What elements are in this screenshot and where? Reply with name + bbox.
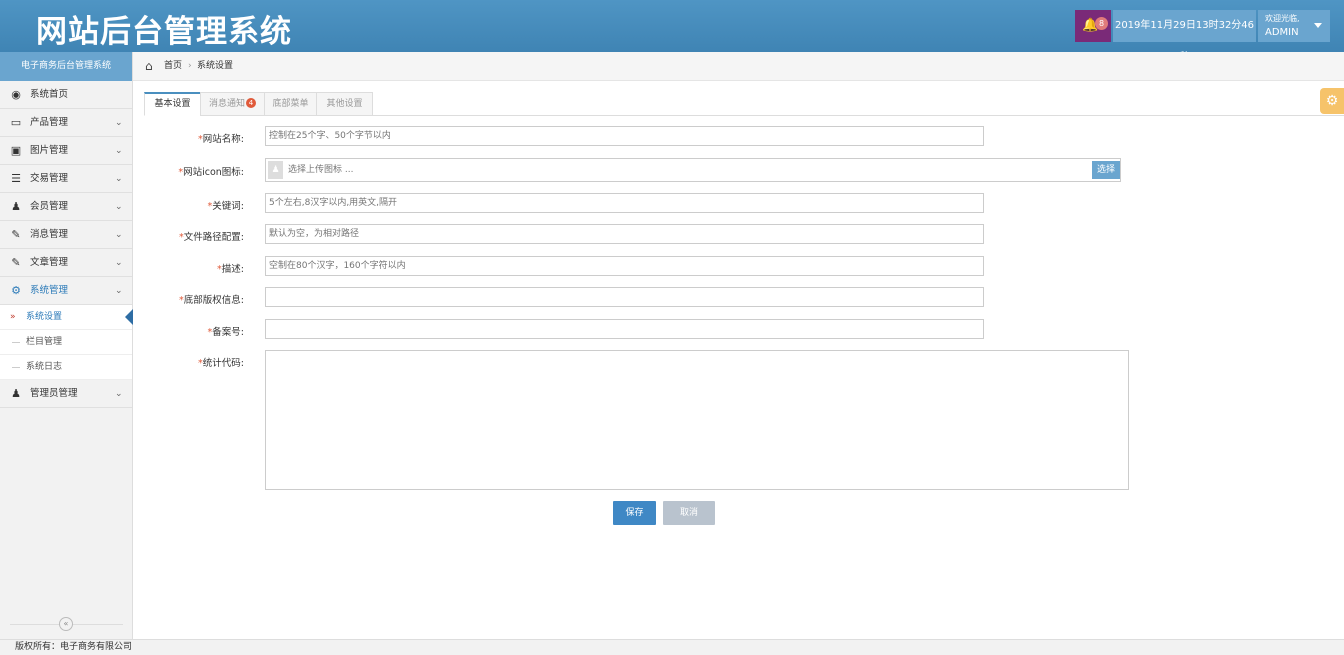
tree-line	[12, 367, 20, 368]
breadcrumb-current: 系统设置	[197, 61, 234, 71]
upload-placeholder: 选择上传图标 ...	[288, 165, 354, 175]
choose-file-button[interactable]: 选择	[1092, 161, 1120, 179]
sidebar-item-label: 管理员管理	[30, 388, 78, 399]
caret-down-icon	[1314, 23, 1322, 28]
site-name-label: *网站名称:	[198, 134, 244, 145]
tab-badge: 4	[246, 98, 256, 108]
tab-label: 消息通知	[208, 99, 245, 109]
dashboard-icon: ◉	[11, 88, 21, 101]
tab-label: 底部菜单	[272, 99, 309, 109]
site-icon-upload[interactable]: ♟ 选择上传图标 ... 选择	[265, 158, 1121, 182]
sidebar-subitem-label: 系统设置	[26, 312, 63, 322]
home-icon: ⌂	[145, 59, 153, 73]
tab-footer-menu[interactable]: 底部菜单	[264, 92, 317, 116]
cancel-button[interactable]: 取消	[663, 501, 715, 525]
image-placeholder-icon: ♟	[268, 161, 283, 179]
breadcrumb: ⌂ 首页 › 系统设置	[133, 52, 1344, 81]
tab-notifications[interactable]: 消息通知 4	[200, 92, 265, 116]
notification-count-badge: 8	[1095, 17, 1108, 30]
user-icon: ♟	[11, 200, 21, 213]
description-label: *描述:	[217, 264, 244, 275]
site-name-input[interactable]	[265, 126, 984, 146]
settings-tabs: 基本设置 消息通知 4 底部菜单 其他设置	[144, 92, 1344, 116]
save-button[interactable]: 保存	[613, 501, 656, 525]
copyright-label: *底部版权信息:	[179, 295, 244, 306]
welcome-text: 欢迎光临,	[1265, 14, 1300, 23]
sidebar-item-home[interactable]: ◉ 系统首页	[0, 81, 132, 109]
icp-input[interactable]	[265, 319, 984, 339]
list-icon: ☰	[11, 172, 21, 185]
user-menu[interactable]: 欢迎光临, ADMIN	[1258, 10, 1330, 42]
site-logo-title: 网站后台管理系统	[36, 14, 292, 50]
cogs-icon: ⚙	[11, 284, 21, 297]
tab-label: 其他设置	[326, 99, 363, 109]
active-indicator	[125, 309, 133, 325]
sidebar-collapse-button[interactable]: «	[59, 617, 73, 631]
gear-icon: ⚙	[1325, 93, 1339, 109]
active-arrow-icon: »	[10, 312, 16, 322]
top-header: 网站后台管理系统 🔔 8 2019年11月29日13时32分46秒 欢迎光临, …	[0, 0, 1344, 63]
file-path-label: *文件路径配置:	[179, 232, 244, 243]
sidebar-item-label: 图片管理	[30, 145, 69, 156]
edit-icon: ✎	[11, 228, 21, 241]
sidebar-title: 电子商务后台管理系统	[0, 52, 132, 81]
image-icon: ▣	[10, 144, 22, 157]
footer-copyright: 版权所有：电子商务有限公司	[0, 639, 1344, 655]
stats-code-label: *统计代码:	[198, 358, 244, 369]
description-input[interactable]	[265, 256, 984, 276]
stats-code-textarea[interactable]	[265, 350, 1129, 490]
file-path-input[interactable]	[265, 224, 984, 244]
icp-label: *备案号:	[207, 327, 244, 338]
tab-basic-settings[interactable]: 基本设置	[144, 92, 201, 116]
keywords-label: *关键词:	[207, 201, 244, 212]
keywords-input[interactable]	[265, 193, 984, 213]
username: ADMIN	[1265, 27, 1299, 38]
edit-icon: ✎	[11, 256, 21, 269]
monitor-icon: ▭	[10, 116, 22, 129]
tree-line	[12, 342, 20, 343]
breadcrumb-separator: ›	[188, 61, 192, 71]
sidebar-item-label: 系统首页	[30, 89, 69, 100]
tab-other-settings[interactable]: 其他设置	[316, 92, 373, 116]
sidebar-subitem-label: 栏目管理	[26, 337, 63, 347]
current-datetime: 2019年11月29日13时32分46秒	[1113, 10, 1256, 63]
sidebar-item-admins[interactable]: ♟ 管理员管理 ⌄	[0, 380, 132, 408]
chevron-down-icon: ⌄	[115, 389, 123, 399]
breadcrumb-home-link[interactable]: 首页	[164, 52, 182, 81]
copyright-input[interactable]	[265, 287, 984, 307]
site-icon-label: *网站icon图标:	[178, 167, 244, 178]
sidebar-item-label: 产品管理	[30, 117, 69, 128]
notification-button[interactable]: 🔔 8	[1075, 10, 1111, 42]
users-icon: ♟	[11, 387, 21, 400]
tab-label: 基本设置	[154, 99, 191, 109]
settings-gear-button[interactable]: ⚙	[1320, 88, 1344, 114]
